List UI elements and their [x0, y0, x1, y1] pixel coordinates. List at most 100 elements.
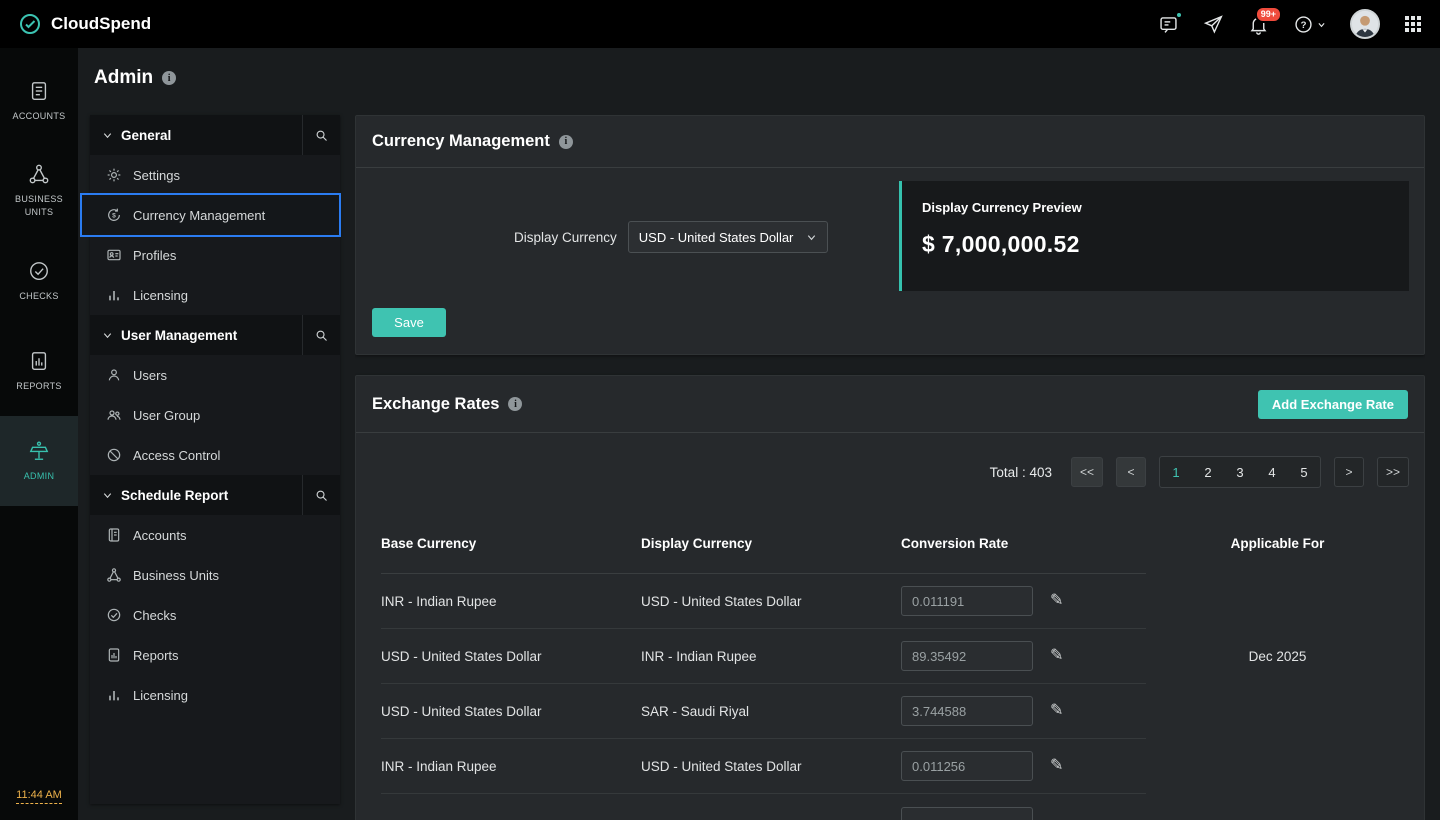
- sidebar-item-profiles[interactable]: Profiles: [90, 235, 340, 275]
- preview-amount: $ 7,000,000.52: [922, 231, 1389, 258]
- report-doc-icon: [105, 647, 122, 663]
- cell-base: USD - United States Dollar: [381, 629, 641, 684]
- search-icon[interactable]: [302, 315, 340, 355]
- gear-icon: [105, 167, 122, 183]
- svg-text:?: ?: [1301, 20, 1307, 31]
- cell-rate: [901, 794, 1146, 820]
- section-general[interactable]: General: [90, 115, 340, 155]
- currency-management-card: Currency Management i Display Currency U…: [355, 115, 1425, 355]
- section-schedule-report[interactable]: Schedule Report: [90, 475, 340, 515]
- admin-icon: [28, 440, 50, 462]
- topbar: CloudSpend 99+ ?: [0, 0, 1440, 48]
- page-title: Admin i: [94, 67, 176, 89]
- reports-icon: [28, 350, 50, 372]
- preview-title: Display Currency Preview: [922, 200, 1389, 215]
- pagination-last-button[interactable]: >>: [1377, 457, 1409, 487]
- chevron-down-icon: [90, 490, 121, 501]
- accounts-icon: [28, 80, 50, 102]
- page-1-button[interactable]: 1: [1160, 457, 1192, 487]
- page-5-button[interactable]: 5: [1288, 457, 1320, 487]
- rail-item-admin[interactable]: ADMIN: [0, 416, 78, 506]
- conversion-rate-input[interactable]: [901, 751, 1033, 781]
- brand-logo[interactable]: CloudSpend: [18, 12, 151, 36]
- display-currency-select[interactable]: USD - United States Dollar: [628, 221, 828, 253]
- sidebar-item-user-group[interactable]: User Group: [90, 395, 340, 435]
- search-icon[interactable]: [302, 475, 340, 515]
- user-group-icon: [105, 407, 122, 423]
- save-button[interactable]: Save: [372, 308, 446, 337]
- section-user-management[interactable]: User Management: [90, 315, 340, 355]
- left-rail: ACCOUNTS BUSINESS UNITS CHECKS REPORTS: [0, 48, 78, 820]
- sidebar-item-reports[interactable]: Reports: [90, 635, 340, 675]
- brand-name: CloudSpend: [51, 14, 151, 34]
- total-count: Total : 403: [990, 465, 1052, 480]
- chevron-down-icon: [1317, 20, 1326, 29]
- clock-time[interactable]: 11:44 AM: [16, 789, 62, 804]
- sidebar-item-currency-management[interactable]: $ Currency Management: [80, 193, 341, 237]
- search-icon[interactable]: [302, 115, 340, 155]
- display-currency-row: Display Currency USD - United States Dol…: [514, 221, 828, 253]
- notification-badge: 99+: [1255, 6, 1282, 23]
- info-icon[interactable]: i: [162, 71, 176, 85]
- info-icon[interactable]: i: [559, 135, 573, 149]
- applicable-for-value: Dec 2025: [1146, 629, 1409, 684]
- sidebar-item-licensing-2[interactable]: Licensing: [90, 675, 340, 715]
- page-4-button[interactable]: 4: [1256, 457, 1288, 487]
- cloudspend-logo-icon: [18, 12, 42, 36]
- feedback-dot: [1175, 11, 1183, 19]
- edit-rate-icon[interactable]: ✎: [1050, 593, 1063, 609]
- rail-item-label: BUSINESS UNITS: [11, 193, 67, 218]
- add-exchange-rate-button[interactable]: Add Exchange Rate: [1258, 390, 1408, 419]
- edit-rate-icon[interactable]: ✎: [1050, 703, 1063, 719]
- topbar-actions: 99+ ?: [1158, 9, 1422, 39]
- rail-item-checks[interactable]: CHECKS: [0, 236, 78, 326]
- help-icon[interactable]: ?: [1293, 14, 1326, 35]
- main-content: Currency Management i Display Currency U…: [355, 115, 1425, 820]
- sidebar-item-accounts[interactable]: Accounts: [90, 515, 340, 555]
- info-icon[interactable]: i: [508, 397, 522, 411]
- admin-sidebar: General Settings $ Currency Management: [90, 115, 340, 804]
- pagination-first-button[interactable]: <<: [1071, 457, 1103, 487]
- sidebar-item-checks[interactable]: Checks: [90, 595, 340, 635]
- rail-item-business-units[interactable]: BUSINESS UNITS: [0, 146, 78, 236]
- exchange-card-header: Exchange Rates i Add Exchange Rate: [356, 376, 1424, 433]
- conversion-rate-input[interactable]: [901, 641, 1033, 671]
- sidebar-item-label: Access Control: [133, 448, 220, 463]
- avatar[interactable]: [1350, 9, 1380, 39]
- sidebar-item-label: Licensing: [133, 288, 188, 303]
- exchange-card-title: Exchange Rates: [372, 395, 499, 414]
- section-label: User Management: [121, 328, 237, 343]
- exchange-rates-card: Exchange Rates i Add Exchange Rate Total…: [355, 375, 1425, 820]
- sidebar-item-users[interactable]: Users: [90, 355, 340, 395]
- page-2-button[interactable]: 2: [1192, 457, 1224, 487]
- sidebar-item-settings[interactable]: Settings: [90, 155, 340, 195]
- rail-item-accounts[interactable]: ACCOUNTS: [0, 56, 78, 146]
- notifications-bell-icon[interactable]: 99+: [1248, 14, 1269, 35]
- sidebar-item-business-units[interactable]: Business Units: [90, 555, 340, 595]
- conversion-rate-input[interactable]: [901, 807, 1033, 820]
- apps-grid-icon[interactable]: [1404, 15, 1422, 33]
- cell-display: SAR - Saudi Riyal: [641, 684, 901, 739]
- display-currency-preview-panel: Display Currency Preview $ 7,000,000.52: [899, 181, 1409, 291]
- edit-rate-icon[interactable]: ✎: [1050, 758, 1063, 774]
- cell-base: INR - Indian Rupee: [381, 739, 641, 794]
- edit-rate-icon[interactable]: ✎: [1050, 648, 1063, 664]
- rail-item-reports[interactable]: REPORTS: [0, 326, 78, 416]
- feedback-icon[interactable]: [1158, 14, 1179, 35]
- conversion-rate-input[interactable]: [901, 586, 1033, 616]
- announcements-icon[interactable]: [1203, 14, 1224, 35]
- chevron-down-icon: [90, 130, 121, 141]
- conversion-rate-input[interactable]: [901, 696, 1033, 726]
- page-title-text: Admin: [94, 67, 153, 89]
- cell-base: USD - United States Dollar: [381, 684, 641, 739]
- pagination-next-button[interactable]: >: [1334, 457, 1364, 487]
- pagination-prev-button[interactable]: <: [1116, 457, 1146, 487]
- business-units-icon: [28, 163, 50, 185]
- sidebar-item-label: Reports: [133, 648, 179, 663]
- cell-rate: ✎: [901, 739, 1146, 794]
- applicable-for-column: Applicable For Dec 2025: [1146, 513, 1409, 820]
- sidebar-item-label: Users: [133, 368, 167, 383]
- page-3-button[interactable]: 3: [1224, 457, 1256, 487]
- sidebar-item-access-control[interactable]: Access Control: [90, 435, 340, 475]
- sidebar-item-licensing[interactable]: Licensing: [90, 275, 340, 315]
